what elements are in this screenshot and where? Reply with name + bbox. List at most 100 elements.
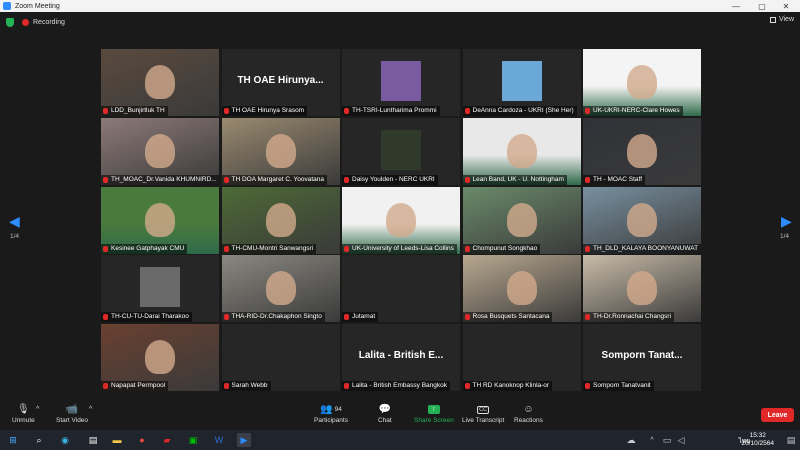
participant-name: Napapat Permpool [111,382,166,389]
participant-name: UK-University of Leeds-Lisa Collins [352,244,454,252]
file-explorer-icon[interactable]: ▬ [110,433,124,447]
edge-browser-icon[interactable]: ◉ [58,433,72,447]
zoom-taskbar-icon[interactable]: ▶ [237,433,251,447]
participant-name: THA-RID-Dr.Chakaphon Singto [231,313,322,321]
participants-button[interactable]: 👥 94 Participants [314,402,348,424]
profile-picture [381,129,421,170]
muted-mic-icon [223,314,229,321]
participant-name: Jutamat [352,313,376,321]
participant-tile[interactable]: Jutamat [342,255,460,323]
participant-silhouette [145,202,175,237]
tray-chevron-icon[interactable]: ^ [645,433,659,447]
muted-mic-icon [344,176,349,183]
participant-tile[interactable]: LDD_Bunjirtluk TH [101,49,219,116]
muted-mic-icon [344,383,349,389]
participant-tile[interactable]: THA-RID-Dr.Chakaphon Singto [221,255,340,323]
unmute-button[interactable]: 🎙 Unmute [12,402,35,424]
video-options-caret[interactable]: ^ [89,406,92,413]
live-transcript-button[interactable]: CC Live Transcript [462,402,504,424]
share-screen-button[interactable]: ↑ Share Screen [414,402,454,424]
participant-tile[interactable]: TH-Dr.Ronnachai Changsri [583,255,701,323]
participant-tile[interactable]: Sarah Webb [221,324,340,391]
profile-picture [501,61,542,101]
participant-tile[interactable]: Kesinee Gatphayak CMU [101,186,219,254]
participant-tile[interactable]: TH-TSRI-Luntharima Prommi [342,49,460,116]
participant-silhouette [386,202,416,237]
leave-button[interactable]: Leave [761,408,794,422]
share-screen-label: Share Screen [414,417,454,424]
participant-name: TH-CMU-Montri Sanwangsri [231,244,314,252]
participant-name-tag: DeAnna Cardoza - UKRI (She Her) [462,106,577,116]
participant-tile[interactable]: TH_MOAC_Dr.Vanida KHUMNIRD... [101,117,219,185]
audio-options-caret[interactable]: ^ [36,406,39,413]
participant-name-tag: TH-TSRI-Luntharima Prommi [342,106,440,116]
participant-tile[interactable]: TH_DLD_KALAYA BOONYANUWAT [583,186,701,254]
participant-name-tag: TH-CMU-Montri Sanwangsri [221,243,317,254]
chrome-icon[interactable]: ● [135,433,149,447]
participant-tile[interactable]: TH DOA Margaret C. Yoovatana [221,117,340,185]
notifications-icon[interactable]: ▤ [784,433,798,447]
participant-name: Somporn Tanatvanit [593,382,651,389]
participant-name-tag: TH-CU-TU-Darai Tharakoo [101,312,192,323]
start-video-button[interactable]: 📹 Start Video [56,402,88,424]
participant-tile[interactable]: TH-CU-TU-Darai Tharakoo [101,255,219,323]
gallery-grid-icon [769,16,776,23]
next-page-arrow-icon[interactable]: ▶ [781,213,792,230]
system-clock[interactable]: 15:32 20/10/2564 [741,432,774,448]
participant-name-tag: Somporn Tanatvanit [583,381,654,391]
maximize-button[interactable]: ▢ [750,0,774,12]
window-titlebar: Zoom Meeting — ▢ ✕ [0,0,800,12]
participant-tile[interactable]: Daisy Youlden - NERC UKRI [342,117,460,185]
participant-tile[interactable]: TH OAE Hirunya... TH OAE Hirunya Srasom [221,49,340,116]
participants-icon: 👥 94 [320,404,342,415]
participant-tile[interactable]: UK-University of Leeds-Lisa Collins [342,186,460,254]
participant-display-name: Lalita - British E... [358,350,444,361]
volume-icon[interactable]: ◁ [674,433,688,447]
line-app-icon[interactable]: ▣ [186,433,200,447]
participant-tile[interactable]: TH-CMU-Montri Sanwangsri [221,186,340,254]
reactions-button[interactable]: ☺ Reactions [514,402,543,424]
zoom-app-icon [3,2,11,10]
muted-mic-icon [464,176,470,183]
participant-tile[interactable]: TH - MOAC Staff [583,117,701,185]
cloud-icon[interactable]: ☁ [624,433,638,447]
security-shield-icon[interactable] [6,17,14,27]
muted-mic-icon [585,245,590,252]
smiley-icon: ☺ [523,404,534,415]
previous-page-arrow-icon[interactable]: ◀ [9,213,20,230]
participant-tile[interactable]: DeAnna Cardoza - UKRI (She Her) [462,49,581,116]
windows-start-icon[interactable]: ⊞ [6,433,20,447]
word-icon[interactable]: W [212,433,226,447]
participant-tile[interactable]: Rosa Busquets Santacana [462,255,581,323]
participant-name-tag: TH_MOAC_Dr.Vanida KHUMNIRD... [101,174,219,185]
start-video-label: Start Video [56,417,89,424]
participant-tile[interactable]: Chompunut Songkhao [462,186,581,254]
muted-mic-icon: 🎙 [17,404,30,415]
participant-name: TH-Dr.Ronnachai Changsri [593,313,672,321]
participant-name-tag: LDD_Bunjirtluk TH [101,106,168,116]
close-window-button[interactable]: ✕ [774,0,798,12]
participant-tile[interactable]: Lean Band, UK - U. Nottingham [462,117,581,185]
participant-display-name: Somporn Tanat... [601,350,683,361]
task-view-icon[interactable]: ▤ [86,433,100,447]
participant-name: TH DOA Margaret C. Yoovatana [231,175,325,183]
acrobat-icon[interactable]: ▰ [160,433,174,447]
participant-name-tag: TH_DLD_KALAYA BOONYANUWAT [583,243,701,254]
minimize-button[interactable]: — [724,0,748,12]
muted-mic-icon [223,245,229,252]
participant-tile[interactable]: Napapat Permpool [101,324,219,391]
view-button[interactable]: View [769,16,794,23]
search-icon[interactable]: ⌕ [32,433,46,447]
participant-tile[interactable]: UK-UKRI-NERC-Clare Howes [583,49,701,116]
participant-name-tag: Lean Band, UK - U. Nottingham [462,174,567,185]
network-icon[interactable]: ▭ [660,433,674,447]
chat-button[interactable]: 💬 Chat [378,402,392,424]
participant-tile[interactable]: Somporn Tanat... Somporn Tanatvanit [583,324,701,391]
muted-mic-icon [585,108,590,114]
unmute-label: Unmute [12,417,35,424]
participant-name: DeAnna Cardoza - UKRI (She Her) [472,107,574,114]
participant-tile[interactable]: TH RD Kanoknop Klinla-or [462,324,581,391]
participant-tile[interactable]: Lalita - British E... Lalita - British Em… [342,324,460,391]
participant-silhouette [265,271,296,306]
share-screen-icon: ↑ [427,402,440,417]
